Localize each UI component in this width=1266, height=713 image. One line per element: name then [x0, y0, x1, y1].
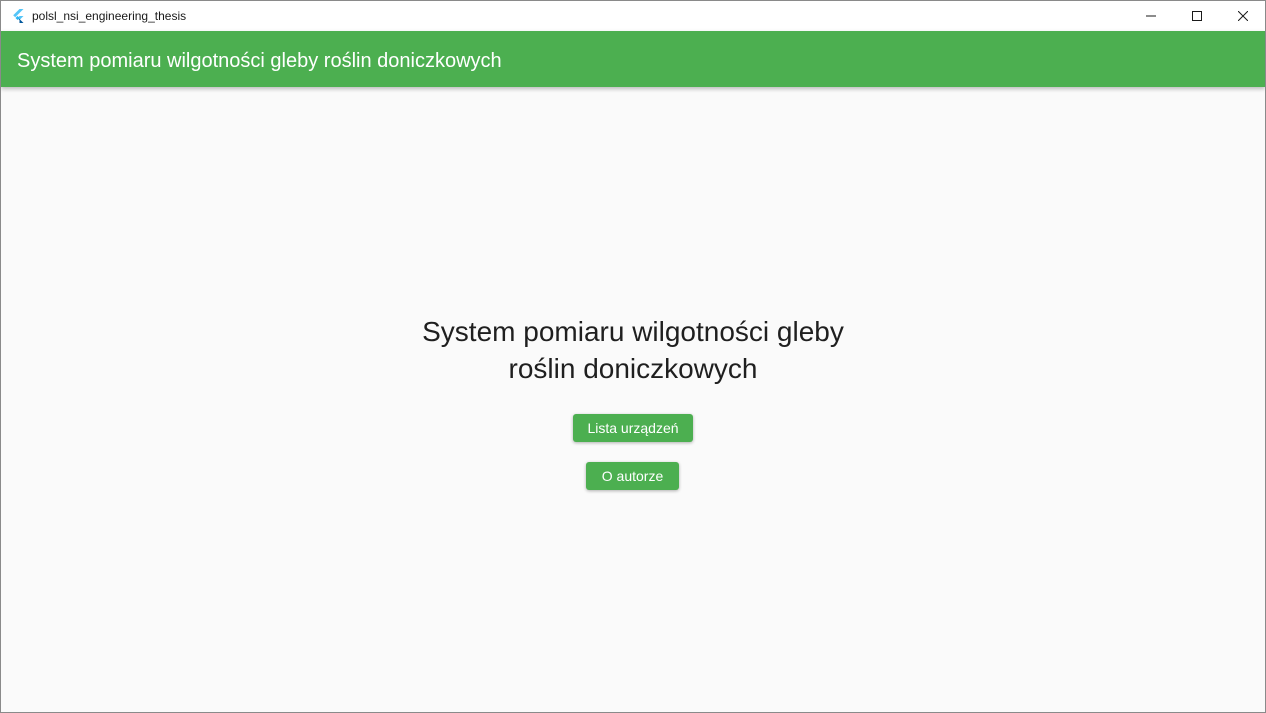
window-title: polsl_nsi_engineering_thesis: [32, 9, 187, 23]
page-heading-line-1: System pomiaru wilgotności gleby: [422, 316, 844, 347]
close-icon: [1238, 11, 1248, 21]
close-button[interactable]: [1220, 1, 1265, 31]
minimize-icon: [1146, 11, 1156, 21]
app-bar: System pomiaru wilgotności gleby roślin …: [1, 31, 1265, 87]
app-window: polsl_nsi_engineering_thesis System pomi…: [0, 0, 1266, 713]
app-bar-title: System pomiaru wilgotności gleby roślin …: [17, 50, 502, 72]
device-list-button[interactable]: Lista urządzeń: [573, 414, 693, 442]
page-heading-line-2: roślin doniczkowych: [508, 353, 758, 384]
minimize-button[interactable]: [1128, 1, 1174, 31]
window-titlebar[interactable]: polsl_nsi_engineering_thesis: [1, 1, 1265, 31]
about-author-button[interactable]: O autorze: [586, 462, 679, 490]
flutter-logo-icon: [10, 8, 26, 24]
page-heading: System pomiaru wilgotności gleby roślin …: [333, 313, 933, 387]
main-content: System pomiaru wilgotności gleby roślin …: [1, 87, 1265, 712]
maximize-button[interactable]: [1174, 1, 1220, 31]
maximize-icon: [1192, 11, 1202, 21]
